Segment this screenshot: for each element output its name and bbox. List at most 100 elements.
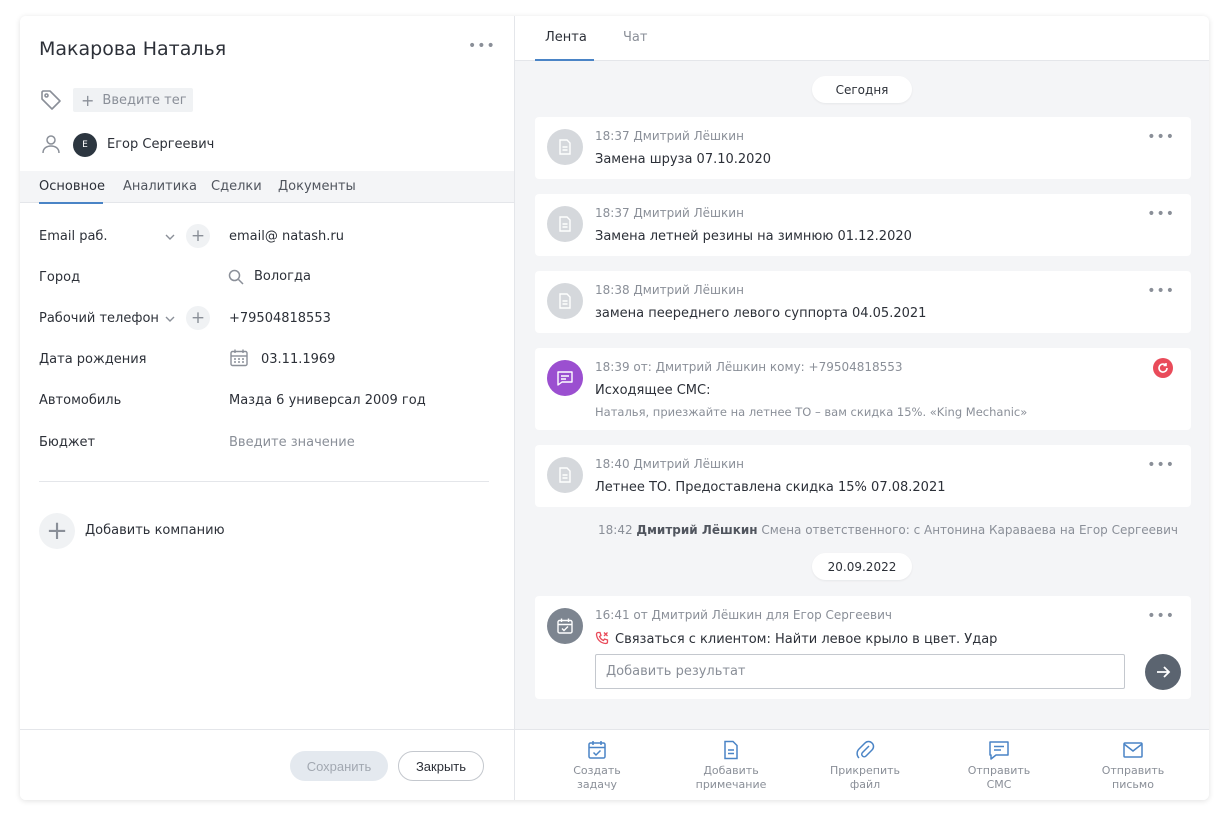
car-label: Автомобиль (39, 393, 122, 408)
system-author: Дмитрий Лёшкин (636, 523, 758, 537)
more-options-icon[interactable]: ••• (1147, 206, 1175, 222)
search-icon (228, 269, 244, 285)
save-button[interactable]: Сохранить (290, 751, 388, 781)
send-email-button[interactable]: Отправить письмо (1073, 740, 1193, 792)
calendar-check-icon (588, 741, 606, 759)
tab-deals[interactable]: Сделки (211, 179, 262, 194)
add-note-button[interactable]: Добавить примечание (671, 740, 791, 792)
attach-file-button[interactable]: Прикрепить файл (805, 740, 925, 792)
document-icon (724, 740, 738, 760)
phone-value[interactable]: +79504818553 (229, 311, 331, 326)
entry-text: Летнее ТО. Предоставлена скидка 15% 07.0… (595, 480, 946, 495)
plus-icon: + (81, 90, 95, 110)
envelope-icon (1123, 742, 1143, 758)
add-email-button[interactable]: + (186, 224, 210, 248)
car-value[interactable]: Мазда 6 универсал 2009 год (229, 393, 426, 408)
entry-text: Исходящее СМС: (595, 383, 711, 398)
system-text: Смена ответственного: с Антонина Каравае… (761, 523, 1179, 537)
contact-name: Макарова Наталья (39, 38, 227, 60)
feed-tabs: Лента Чат (515, 16, 1209, 61)
note-icon (547, 457, 583, 493)
owner-name[interactable]: Егор Сергеевич (107, 137, 214, 152)
entry-text: Замена летней резины на зимнюю 01.12.202… (595, 229, 912, 244)
tab-feed[interactable]: Лента (545, 30, 587, 45)
action-label: файл (849, 778, 881, 791)
sms-body: Наталья, приезжайте на летнее ТО – вам с… (595, 405, 1028, 419)
contact-tabs: Основное Аналитика Сделки Документы (20, 171, 514, 203)
entry-text: Замена шруза 07.10.2020 (595, 152, 771, 167)
system-time: 18:42 (598, 523, 633, 537)
arrow-right-icon (1157, 666, 1171, 678)
action-label: Отправить (967, 764, 1031, 777)
feed-entry: 18:38 Дмитрий Лёшкин замена пеереднего л… (535, 271, 1191, 333)
feed-entry-task: 16:41 от Дмитрий Лёшкин для Егор Сергеев… (535, 596, 1191, 699)
feed-entry: 18:37 Дмитрий Лёшкин Замена шруза 07.10.… (535, 117, 1191, 179)
action-label: Создать (573, 764, 621, 777)
retry-icon[interactable] (1153, 358, 1173, 378)
add-phone-button[interactable]: + (186, 306, 210, 330)
add-company-label[interactable]: Добавить компанию (85, 523, 225, 538)
more-options-icon[interactable]: ••• (1147, 283, 1175, 299)
contact-card: Макарова Наталья ••• + Введите тег Е Его… (20, 16, 1209, 800)
chevron-down-icon[interactable] (164, 313, 176, 325)
email-label: Email раб. (39, 229, 108, 244)
phone-label: Рабочий телефон (39, 311, 159, 326)
active-tab-indicator (535, 59, 594, 61)
more-options-icon[interactable]: ••• (468, 38, 496, 54)
action-label: Прикрепить (829, 764, 901, 777)
action-bar: Создать задачу Добавить примечание Прикр… (515, 729, 1209, 800)
contact-details-panel: Макарова Наталья ••• + Введите тег Е Его… (20, 16, 514, 800)
birthday-label: Дата рождения (39, 352, 147, 367)
city-label: Город (39, 270, 81, 285)
result-input[interactable] (595, 654, 1125, 689)
sms-icon (989, 741, 1009, 760)
more-options-icon[interactable]: ••• (1147, 129, 1175, 145)
email-value[interactable]: email@ natash.ru (229, 229, 344, 244)
action-label: примечание (695, 778, 767, 791)
tag-placeholder: Введите тег (102, 92, 187, 108)
task-text-row: Связаться с клиентом: Найти левое крыло … (595, 631, 997, 647)
active-tab-indicator (39, 202, 103, 204)
action-label: Добавить (703, 764, 759, 777)
send-sms-button[interactable]: Отправить СМС (939, 740, 1059, 792)
owner-avatar: Е (73, 133, 97, 157)
tab-documents[interactable]: Документы (278, 179, 356, 194)
left-footer: Сохранить Закрыть (20, 729, 514, 800)
entry-meta: 18:39 от: Дмитрий Лёшкин кому: +79504818… (595, 360, 903, 374)
add-company-button[interactable]: + (39, 513, 75, 549)
date-separator: Сегодня (812, 76, 912, 103)
more-options-icon[interactable]: ••• (1147, 608, 1175, 624)
note-icon (547, 206, 583, 242)
feed-panel: Лента Чат Сегодня 18:37 Дмитрий Лёшкин З… (514, 16, 1209, 800)
phone-call-icon (595, 631, 609, 645)
more-options-icon[interactable]: ••• (1147, 457, 1175, 473)
sms-icon (547, 360, 583, 396)
task-text: Связаться с клиентом: Найти левое крыло … (615, 632, 998, 647)
person-icon (42, 135, 60, 154)
create-task-button[interactable]: Создать задачу (537, 740, 657, 792)
city-value[interactable]: Вологда (254, 269, 311, 284)
entry-meta: 18:37 Дмитрий Лёшкин (595, 129, 744, 143)
birthday-value[interactable]: 03.11.1969 (261, 352, 335, 367)
chevron-down-icon[interactable] (164, 231, 176, 243)
tab-chat[interactable]: Чат (623, 30, 647, 45)
paperclip-icon (856, 740, 875, 759)
budget-input[interactable]: Введите значение (229, 435, 355, 450)
feed-entry: 18:37 Дмитрий Лёшкин Замена летней резин… (535, 194, 1191, 256)
tab-analytics[interactable]: Аналитика (123, 179, 197, 194)
calendar-icon[interactable] (229, 348, 249, 368)
entry-meta: 16:41 от Дмитрий Лёшкин для Егор Сергеев… (595, 608, 892, 622)
divider (39, 481, 489, 482)
feed-entry-sms: 18:39 от: Дмитрий Лёшкин кому: +79504818… (535, 348, 1191, 430)
date-separator: 20.09.2022 (812, 553, 912, 580)
task-icon (547, 608, 583, 644)
tab-main[interactable]: Основное (39, 179, 105, 194)
system-event: 18:42 Дмитрий Лёшкин Смена ответственног… (598, 523, 1178, 537)
action-label: задачу (577, 778, 617, 791)
feed-entry: 18:40 Дмитрий Лёшкин Летнее ТО. Предоста… (535, 445, 1191, 507)
close-button[interactable]: Закрыть (398, 751, 484, 781)
tag-input[interactable]: + Введите тег (73, 88, 193, 112)
entry-meta: 18:38 Дмитрий Лёшкин (595, 283, 744, 297)
note-icon (547, 129, 583, 165)
send-button[interactable] (1145, 654, 1181, 690)
